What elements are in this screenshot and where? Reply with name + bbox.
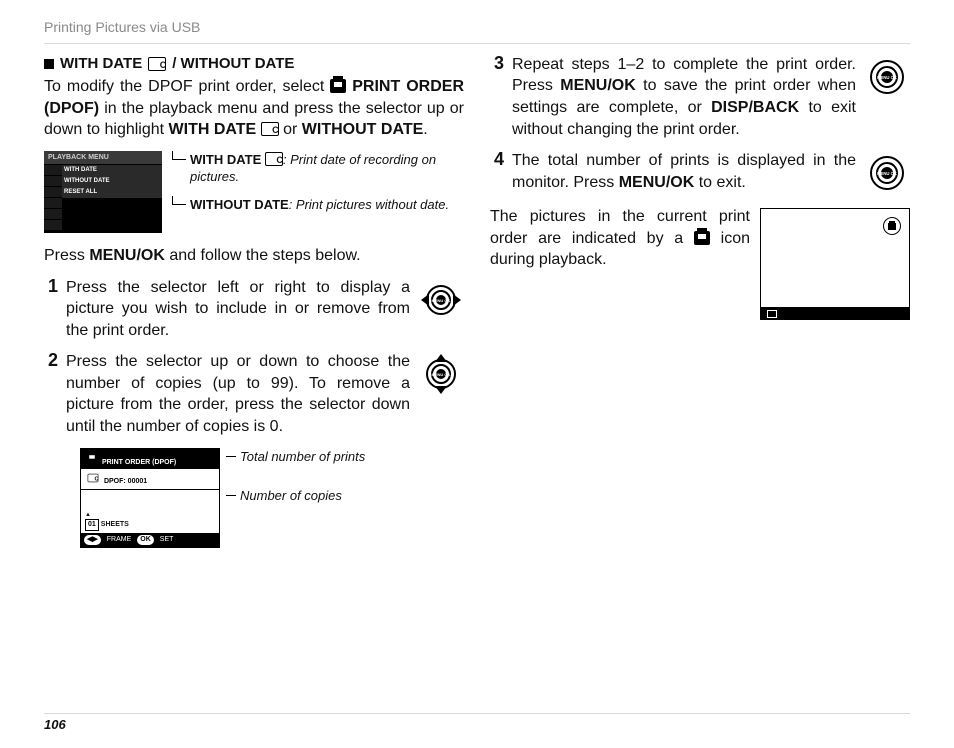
- closing-t1: The pictures in the current print order …: [490, 208, 750, 247]
- intro-text: To modify the DPOF print order, select: [44, 78, 330, 95]
- left-column: WITH DATE / WITHOUT DATE To modify the D…: [44, 54, 464, 696]
- step-3-text: Repeat steps 1–2 to complete the print o…: [512, 54, 856, 140]
- dpof-lcd-sheets: ▲ 01SHEETS: [85, 510, 129, 531]
- playback-menu-lcd: PLAYBACK MENU WITH DATE WITHOUT DATE RES…: [44, 151, 162, 233]
- step-3: 3 Repeat steps 1–2 to complete the print…: [490, 54, 910, 140]
- print-order-icon: [86, 453, 97, 463]
- intro-paragraph: To modify the DPOF print order, select P…: [44, 76, 464, 141]
- svg-text:MENU OK: MENU OK: [877, 75, 897, 80]
- closing-paragraph: The pictures in the current print order …: [490, 206, 910, 271]
- running-head: Printing Pictures via USB: [44, 18, 910, 44]
- square-bullet-icon: [44, 59, 54, 69]
- dpof-sheets-label: SHEETS: [101, 521, 129, 528]
- dpof-annotations: Total number of prints Number of copies: [230, 448, 464, 548]
- calendar-date-icon: [265, 152, 283, 166]
- heading-withoutdate: / WITHOUT DATE: [172, 54, 294, 74]
- step-number: 3: [490, 54, 504, 74]
- step-number: 1: [44, 277, 58, 297]
- selector-up-down-icon: MENU OK: [418, 351, 464, 397]
- manual-page: Printing Pictures via USB WITH DATE / WI…: [0, 0, 954, 748]
- step-number: 4: [490, 150, 504, 170]
- playback-menu-annotations: WITH DATE : Print date of recording on p…: [172, 151, 464, 233]
- s3b: MENU/OK: [560, 77, 636, 94]
- press-menu-t2: and follow the steps below.: [165, 247, 361, 264]
- dpof-lcd-footer: ◀▶ FRAME OK SET: [81, 533, 219, 546]
- annot-withoutdate-text: : Print pictures without date.: [289, 197, 449, 212]
- annot-withoutdate: WITHOUT DATE: Print pictures without dat…: [172, 196, 464, 214]
- two-column-layout: WITH DATE / WITHOUT DATE To modify the D…: [44, 54, 910, 696]
- annot-withdate: WITH DATE : Print date of recording on p…: [172, 151, 464, 186]
- footer-rule: [44, 713, 910, 714]
- svg-text:MENU OK: MENU OK: [432, 372, 451, 377]
- intro-bold-withoutdate: WITHOUT DATE: [302, 121, 423, 138]
- selector-ok-icon: MENU OK: [864, 54, 910, 100]
- dpof-lcd-count-text: DPOF: 00001: [104, 478, 147, 485]
- lcd-row-resetall: RESET ALL: [62, 187, 162, 198]
- annot-num-copies: Number of copies: [230, 487, 464, 505]
- s4c: to exit.: [694, 174, 746, 191]
- annot-withoutdate-label: WITHOUT DATE: [190, 197, 289, 212]
- step-2-text: Press the selector up or down to choose …: [66, 351, 410, 437]
- step-2: 2 Press the selector up or down to choos…: [44, 351, 464, 437]
- lcd-labels: WITH DATE WITHOUT DATE RESET ALL: [62, 165, 162, 231]
- lcd-side-icons: [44, 165, 62, 231]
- dpof-foot-frame: FRAME: [107, 535, 132, 544]
- print-indicator-icon: [883, 217, 901, 235]
- s3d: DISP/BACK: [711, 99, 799, 116]
- svg-text:MENU OK: MENU OK: [877, 171, 897, 176]
- dpof-foot-set: SET: [160, 535, 174, 544]
- right-column: 3 Repeat steps 1–2 to complete the print…: [490, 54, 910, 696]
- calendar-date-icon: [148, 57, 166, 71]
- page-number: 106: [44, 716, 66, 734]
- lcd-row-withoutdate: WITHOUT DATE: [62, 176, 162, 187]
- press-menu-bold: MENU/OK: [89, 247, 165, 264]
- step-1: 1 Press the selector left or right to di…: [44, 277, 464, 342]
- dpof-sheets-number: 01: [85, 519, 99, 530]
- heading-withdate: WITH DATE: [60, 54, 142, 74]
- frame-pill: ◀▶: [84, 535, 101, 544]
- dpof-lcd-count: DPOF: 00001: [81, 469, 219, 489]
- playback-preview-footer: [761, 307, 909, 319]
- intro-text4: .: [423, 121, 427, 138]
- step-number: 2: [44, 351, 58, 371]
- intro-bold-withdate: WITH DATE: [169, 121, 261, 138]
- svg-text:MENU OK: MENU OK: [432, 298, 451, 303]
- s4b: MENU/OK: [619, 174, 695, 191]
- playback-menu-figure: PLAYBACK MENU WITH DATE WITHOUT DATE RES…: [44, 151, 464, 233]
- playback-preview-lcd: [760, 208, 910, 320]
- annot-total-prints: Total number of prints: [230, 448, 464, 466]
- ok-pill: OK: [137, 535, 154, 544]
- annot-withdate-label: WITH DATE: [190, 152, 265, 167]
- step-4: 4 The total number of prints is displaye…: [490, 150, 910, 196]
- press-menu-t1: Press: [44, 247, 89, 264]
- dpof-lcd-title-text: PRINT ORDER (DPOF): [102, 459, 176, 466]
- calendar-date-icon: [88, 474, 99, 482]
- calendar-date-icon: [261, 122, 279, 136]
- selector-ok-icon: MENU OK: [864, 150, 910, 196]
- dpof-lcd: PRINT ORDER (DPOF) DPOF: 00001 ▲ 01SHEET…: [80, 448, 220, 548]
- intro-text3: or: [283, 121, 302, 138]
- lcd-row-withdate: WITH DATE: [62, 165, 162, 176]
- dpof-lcd-title: PRINT ORDER (DPOF): [81, 449, 219, 469]
- section-heading: WITH DATE / WITHOUT DATE: [44, 54, 464, 74]
- lcd-title: PLAYBACK MENU: [44, 151, 162, 164]
- print-order-icon: [330, 79, 346, 93]
- step-1-text: Press the selector left or right to disp…: [66, 277, 410, 342]
- lcd-rows: WITH DATE WITHOUT DATE RESET ALL: [44, 165, 162, 231]
- press-menu-paragraph: Press MENU/OK and follow the steps below…: [44, 245, 464, 267]
- dpof-figure: PRINT ORDER (DPOF) DPOF: 00001 ▲ 01SHEET…: [80, 448, 464, 548]
- selector-left-right-icon: MENU OK: [418, 277, 464, 323]
- step-4-text: The total number of prints is displayed …: [512, 150, 856, 193]
- print-order-icon: [694, 231, 710, 245]
